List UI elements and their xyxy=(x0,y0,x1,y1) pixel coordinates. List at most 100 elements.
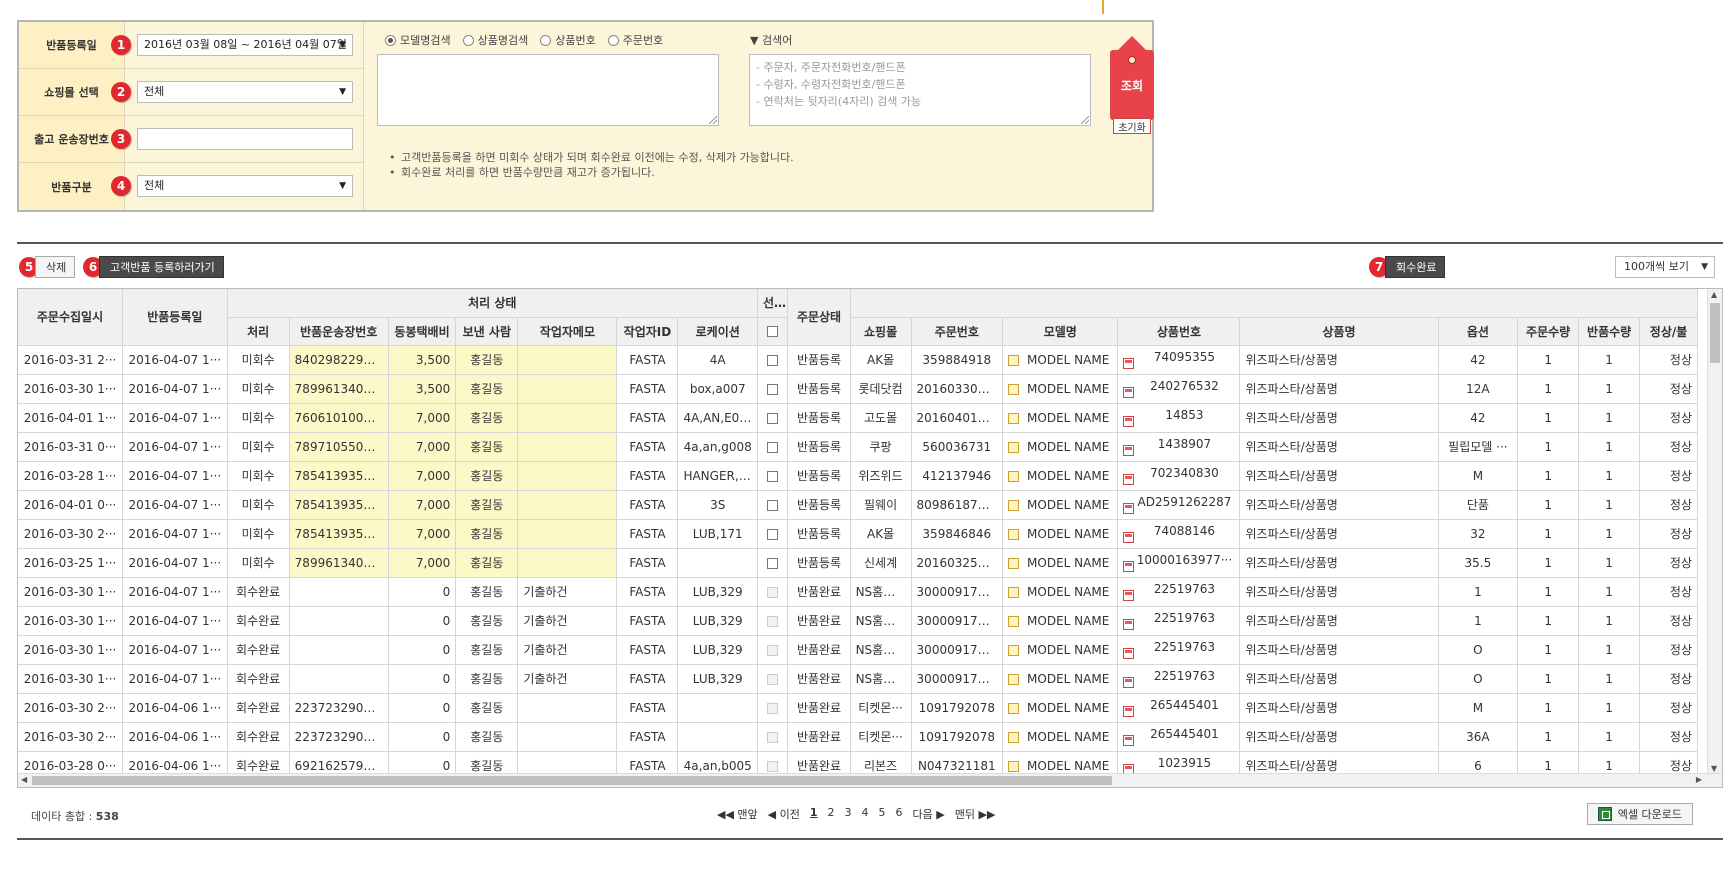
col-header[interactable]: 상품명 xyxy=(1239,317,1439,346)
col-header[interactable]: 정상/불 xyxy=(1639,317,1698,346)
search-word-textarea[interactable]: - 주문자, 주문자전화번호/핸드폰 - 수령자, 수령자전화번호/핸드폰 - … xyxy=(749,54,1091,126)
excel-download-button[interactable]: 엑셀 다운로드 xyxy=(1586,803,1693,825)
scroll-left-icon[interactable]: ◀ xyxy=(21,775,27,784)
horizontal-scrollbar[interactable]: ◀ ▶ xyxy=(18,773,1722,787)
scroll-thumb[interactable] xyxy=(1710,303,1720,363)
col-header[interactable]: 모델명 xyxy=(1002,317,1119,346)
col-header[interactable]: 옵션 xyxy=(1438,317,1519,346)
image-icon[interactable] xyxy=(1123,706,1135,717)
image-icon[interactable] xyxy=(1123,619,1135,630)
col-header[interactable]: 로케이션 xyxy=(677,317,758,346)
mall-select[interactable]: 전체 ▼ xyxy=(137,81,353,103)
memo-icon[interactable] xyxy=(1008,354,1020,366)
radio-product-no[interactable]: 상품번호 xyxy=(540,32,596,48)
memo-icon[interactable] xyxy=(1008,644,1020,656)
memo-icon[interactable] xyxy=(1008,528,1020,540)
collect-complete-button[interactable]: 회수완료 xyxy=(1385,256,1446,278)
keyword-textarea[interactable] xyxy=(377,54,719,126)
table-row[interactable]: 2016-03-30 1··· 2016-04-07 1··· 회수완료 0 홍길동 기출… xyxy=(18,664,1698,694)
table-row[interactable]: 2016-03-30 1··· 2016-04-07 1··· 회수완료 0 홍길동 기출… xyxy=(18,635,1698,665)
image-icon[interactable] xyxy=(1123,503,1135,514)
col-header[interactable]: 주문수량 xyxy=(1517,317,1580,346)
row-checkbox[interactable] xyxy=(767,528,779,540)
radio-order-no[interactable]: 주문번호 xyxy=(607,32,663,48)
scroll-thumb[interactable] xyxy=(32,776,1112,785)
image-icon[interactable] xyxy=(1123,445,1135,456)
table-row[interactable]: 2016-03-30 1··· 2016-04-07 1··· 회수완료 0 홍길동 기출… xyxy=(18,577,1698,607)
register-return-button[interactable]: 고객반품 등록하러가기 xyxy=(99,256,224,278)
memo-icon[interactable] xyxy=(1008,499,1020,511)
memo-icon[interactable] xyxy=(1008,557,1020,569)
table-row[interactable]: 2016-03-30 2··· 2016-04-06 1··· 회수완료 223723… xyxy=(18,722,1698,752)
row-checkbox[interactable] xyxy=(767,470,779,482)
scroll-right-icon[interactable]: ▶ xyxy=(1696,775,1702,784)
return-type-select[interactable]: 전체 ▼ xyxy=(137,175,353,197)
table-row[interactable]: 2016-03-31 2··· 2016-04-07 1··· 미회수 8402982… xyxy=(18,345,1698,375)
memo-icon[interactable] xyxy=(1008,673,1020,685)
col-header[interactable]: 주문수집일시 xyxy=(18,289,124,346)
memo-icon[interactable] xyxy=(1008,412,1020,424)
image-icon[interactable] xyxy=(1123,735,1135,746)
col-header[interactable]: 처리 xyxy=(227,317,290,346)
prev-page-link[interactable]: ◀ 이전 xyxy=(768,806,800,822)
date-range-select[interactable]: 2016년 03월 08일 ~ 2016년 04월 07일 ▼ xyxy=(137,34,353,56)
image-icon[interactable] xyxy=(1123,358,1135,369)
table-row[interactable]: 2016-03-28 1··· 2016-04-07 1··· 미회수 7854139… xyxy=(18,461,1698,491)
table-row[interactable]: 2016-04-01 1··· 2016-04-07 1··· 미회수 7606101… xyxy=(18,403,1698,433)
row-checkbox[interactable] xyxy=(767,499,779,511)
col-header[interactable]: 반품등록일 xyxy=(122,289,228,346)
next-page-link[interactable]: 다음 ▶ xyxy=(913,806,945,822)
col-header[interactable]: 반품운송장번호 xyxy=(289,317,389,346)
row-checkbox[interactable] xyxy=(767,383,779,395)
image-icon[interactable] xyxy=(1123,590,1135,601)
memo-icon[interactable] xyxy=(1008,760,1020,772)
image-icon[interactable] xyxy=(1123,474,1135,485)
memo-icon[interactable] xyxy=(1008,470,1020,482)
table-row[interactable]: 2016-03-30 1··· 2016-04-07 1··· 회수완료 0 홍길동 기출… xyxy=(18,606,1698,636)
memo-icon[interactable] xyxy=(1008,615,1020,627)
tracking-number-input[interactable] xyxy=(137,128,353,150)
table-row[interactable]: 2016-03-31 0··· 2016-04-07 1··· 미회수 7897105… xyxy=(18,432,1698,462)
col-header[interactable]: 주문번호 xyxy=(911,317,1004,346)
image-icon[interactable] xyxy=(1123,648,1135,659)
table-row[interactable]: 2016-03-25 1··· 2016-04-07 1··· 미회수 7899613… xyxy=(18,548,1698,578)
memo-icon[interactable] xyxy=(1008,586,1020,598)
col-header[interactable]: 상품번호 xyxy=(1117,317,1241,346)
table-row[interactable]: 2016-03-30 1··· 2016-04-07 1··· 미회수 7899613… xyxy=(18,374,1698,404)
resize-grip-icon[interactable] xyxy=(709,116,717,124)
col-header[interactable]: 보낸 사람 xyxy=(455,317,519,346)
radio-product-name[interactable]: 상품명검색 xyxy=(462,32,528,48)
scroll-down-icon[interactable]: ▼ xyxy=(1711,764,1717,773)
col-header[interactable]: 쇼핑몰 xyxy=(850,317,912,346)
col-header[interactable]: 반품수량 xyxy=(1578,317,1641,346)
image-icon[interactable] xyxy=(1123,532,1135,543)
table-row[interactable]: 2016-03-30 2··· 2016-04-07 1··· 미회수 7854139… xyxy=(18,519,1698,549)
vertical-scrollbar[interactable]: ▲ ▼ xyxy=(1707,289,1722,774)
col-header[interactable]: 주문상태 xyxy=(787,289,851,346)
delete-button[interactable]: 삭제 xyxy=(35,256,76,278)
page-link[interactable]: 5 xyxy=(879,806,886,822)
table-row[interactable]: 2016-04-01 0··· 2016-04-07 1··· 미회수 7854139… xyxy=(18,490,1698,520)
col-header[interactable]: 작업자ID xyxy=(616,317,679,346)
resize-grip-icon[interactable] xyxy=(1081,116,1089,124)
page-link[interactable]: 2 xyxy=(828,806,835,822)
row-checkbox[interactable] xyxy=(767,412,779,424)
image-icon[interactable] xyxy=(1123,561,1135,572)
row-checkbox[interactable] xyxy=(767,441,779,453)
page-link[interactable]: 6 xyxy=(896,806,903,822)
image-icon[interactable] xyxy=(1123,416,1135,427)
page-link[interactable]: 3 xyxy=(845,806,852,822)
radio-model[interactable]: 모델명검색 xyxy=(385,32,451,48)
row-checkbox[interactable] xyxy=(767,557,779,569)
table-row[interactable]: 2016-03-30 2··· 2016-04-06 1··· 회수완료 223723… xyxy=(18,693,1698,723)
rows-per-page-select[interactable]: 100개씩 보기 ▼ xyxy=(1615,256,1715,278)
image-icon[interactable] xyxy=(1123,387,1135,398)
image-icon[interactable] xyxy=(1123,677,1135,688)
memo-icon[interactable] xyxy=(1008,383,1020,395)
reset-button[interactable]: 초기화 xyxy=(1113,118,1151,134)
memo-icon[interactable] xyxy=(1008,731,1020,743)
memo-icon[interactable] xyxy=(1008,441,1020,453)
col-header[interactable]: 작업자메모 xyxy=(517,317,618,346)
col-header[interactable]: 동봉택배비 xyxy=(388,317,457,346)
memo-icon[interactable] xyxy=(1008,702,1020,714)
